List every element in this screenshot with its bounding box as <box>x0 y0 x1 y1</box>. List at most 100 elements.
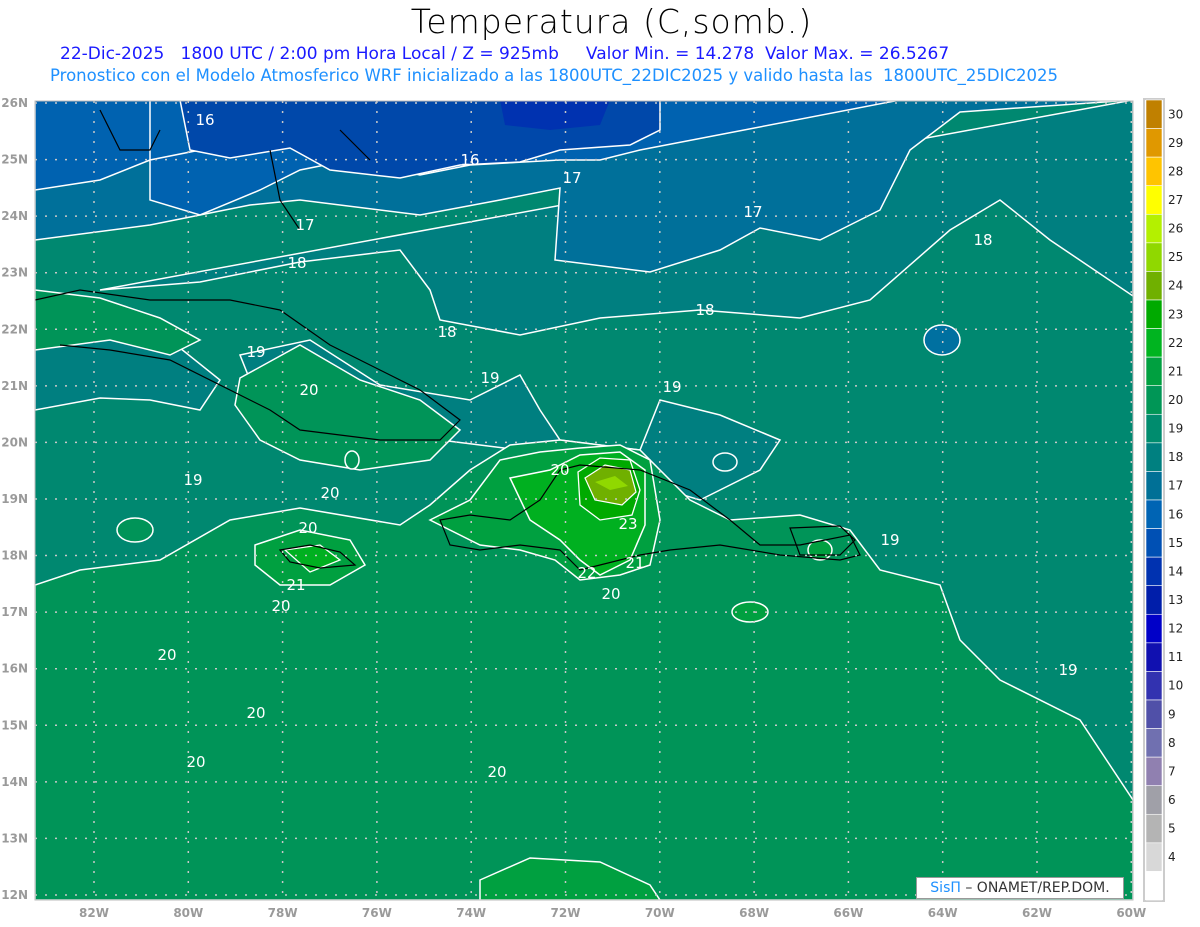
colorbar-bin <box>1145 356 1163 387</box>
colorbar-bin <box>1145 299 1163 329</box>
colorbar-label: 24 <box>1168 279 1183 293</box>
colorbar-bin <box>1145 699 1163 729</box>
credit-box: SisΠ – ONAMET/REP.DOM. <box>916 877 1124 899</box>
contour-closed <box>923 324 961 356</box>
colorbar-label: 22 <box>1168 336 1183 350</box>
contour-label: 20 <box>299 381 318 399</box>
band-14-15 <box>500 101 610 130</box>
colorbar-bin <box>1145 528 1163 558</box>
lon-tick-label: 80W <box>173 906 203 920</box>
lon-tick-label: 66W <box>833 906 863 920</box>
colorbar-label: 12 <box>1168 622 1183 636</box>
colorbar-bin <box>1145 813 1163 844</box>
colorbar-label: 23 <box>1168 307 1183 321</box>
contour-closed <box>731 601 769 623</box>
colorbar-label: 15 <box>1168 536 1183 550</box>
lon-tick-label: 64W <box>928 906 958 920</box>
colorbar-bin <box>1145 213 1163 244</box>
colorbar-label: 9 <box>1168 707 1176 721</box>
contour-label: 23 <box>618 515 637 533</box>
contour-label: 17 <box>743 203 762 221</box>
lon-tick-label: 70W <box>645 906 675 920</box>
colorbar-label: 21 <box>1168 364 1183 378</box>
lat-tick-label: 20N <box>1 435 28 449</box>
lat-tick-label: 22N <box>1 322 28 336</box>
contour-label: 18 <box>695 301 714 319</box>
colorbar-label: 16 <box>1168 507 1183 521</box>
colorbar-label: 7 <box>1168 764 1176 778</box>
lon-tick-label: 74W <box>456 906 486 920</box>
colorbar-bin <box>1145 671 1163 701</box>
colorbar-bin <box>1145 499 1163 529</box>
contour-label: 21 <box>286 576 305 594</box>
contour-label: 20 <box>487 763 506 781</box>
lon-tick-label: 72W <box>551 906 581 920</box>
colorbar-bin <box>1145 99 1163 129</box>
contour-label: 19 <box>480 369 499 387</box>
lon-tick-label: 78W <box>268 906 298 920</box>
contour-label: 21 <box>625 554 644 572</box>
contour-label: 19 <box>183 471 202 489</box>
colorbar-label: 13 <box>1168 593 1183 607</box>
lat-tick-label: 15N <box>1 718 28 732</box>
contour-closed <box>116 517 154 543</box>
lat-tick-label: 18N <box>1 549 28 563</box>
colorbar-label: 14 <box>1168 564 1183 578</box>
colorbar-label: 29 <box>1168 136 1183 150</box>
lat-tick-label: 13N <box>1 831 28 845</box>
lat-tick-label: 12N <box>1 888 28 902</box>
colorbar-bin <box>1145 185 1163 215</box>
temperature-map: 1616171717181818181919 191919192020202020… <box>1 96 1183 920</box>
contour-label: 19 <box>246 343 265 361</box>
colorbar-label: 18 <box>1168 450 1183 464</box>
contour-closed <box>344 450 360 470</box>
colorbar-bin <box>1145 871 1163 901</box>
colorbar-label: 26 <box>1168 222 1183 236</box>
contour-label: 20 <box>246 704 265 722</box>
colorbar-label: 27 <box>1168 193 1183 207</box>
colorbar-label: 30 <box>1168 107 1183 121</box>
colorbar-label: 6 <box>1168 793 1176 807</box>
lat-tick-label: 26N <box>1 96 28 110</box>
map-title: Temperatura (C,somb.) <box>410 2 813 41</box>
colorbar-bin <box>1145 128 1163 158</box>
colorbar-label: 5 <box>1168 822 1176 836</box>
colorbar-bin <box>1145 413 1163 444</box>
colorbar-bin <box>1145 471 1163 501</box>
lat-tick-label: 19N <box>1 492 28 506</box>
colorbar: 30 29 28 27 26 25 24 23 22 21 20 19 18 17 16 15 14 13 12 11… <box>1143 98 1183 902</box>
colorbar-bin <box>1145 585 1163 615</box>
lon-tick-label: 82W <box>79 906 109 920</box>
map-subtitle-model-info: Pronostico con el Modelo Atmosferico WRF… <box>50 66 1058 85</box>
contour-label: 22 <box>577 564 596 582</box>
contour-label: 20 <box>320 484 339 502</box>
contour-label: 20 <box>157 646 176 664</box>
colorbar-bin <box>1145 613 1163 644</box>
colorbar-label: 28 <box>1168 164 1183 178</box>
lon-tick-label: 62W <box>1022 906 1052 920</box>
lat-tick-label: 25N <box>1 153 28 167</box>
contour-label: 19 <box>880 531 899 549</box>
lon-tick-label: 60W <box>1116 906 1146 920</box>
lat-tick-label: 24N <box>1 209 28 223</box>
colorbar-bin <box>1145 271 1163 301</box>
temperature-field: 1616171717181818181919 191919192020202020… <box>35 101 1133 900</box>
lon-tick-label: 76W <box>362 906 392 920</box>
colorbar-label: 11 <box>1168 650 1183 664</box>
colorbar-bin <box>1145 385 1163 415</box>
colorbar-label: 17 <box>1168 479 1183 493</box>
lat-tick-label: 14N <box>1 775 28 789</box>
contour-closed <box>712 452 738 472</box>
map-subtitle-date-values: 22-Dic-2025 1800 UTC / 2:00 pm Hora Loca… <box>60 44 950 64</box>
colorbar-label: 25 <box>1168 250 1183 264</box>
contour-label: 20 <box>271 597 290 615</box>
colorbar-bin <box>1145 242 1163 272</box>
contour-label: 17 <box>562 169 581 187</box>
colorbar-label: 10 <box>1168 679 1183 693</box>
contour-label: 16 <box>195 111 214 129</box>
lat-tick-label: 21N <box>1 379 28 393</box>
lat-tick-label: 16N <box>1 662 28 676</box>
credit-text: – ONAMET/REP.DOM. <box>960 880 1110 896</box>
colorbar-bin <box>1145 728 1163 758</box>
contour-label: 20 <box>186 753 205 771</box>
